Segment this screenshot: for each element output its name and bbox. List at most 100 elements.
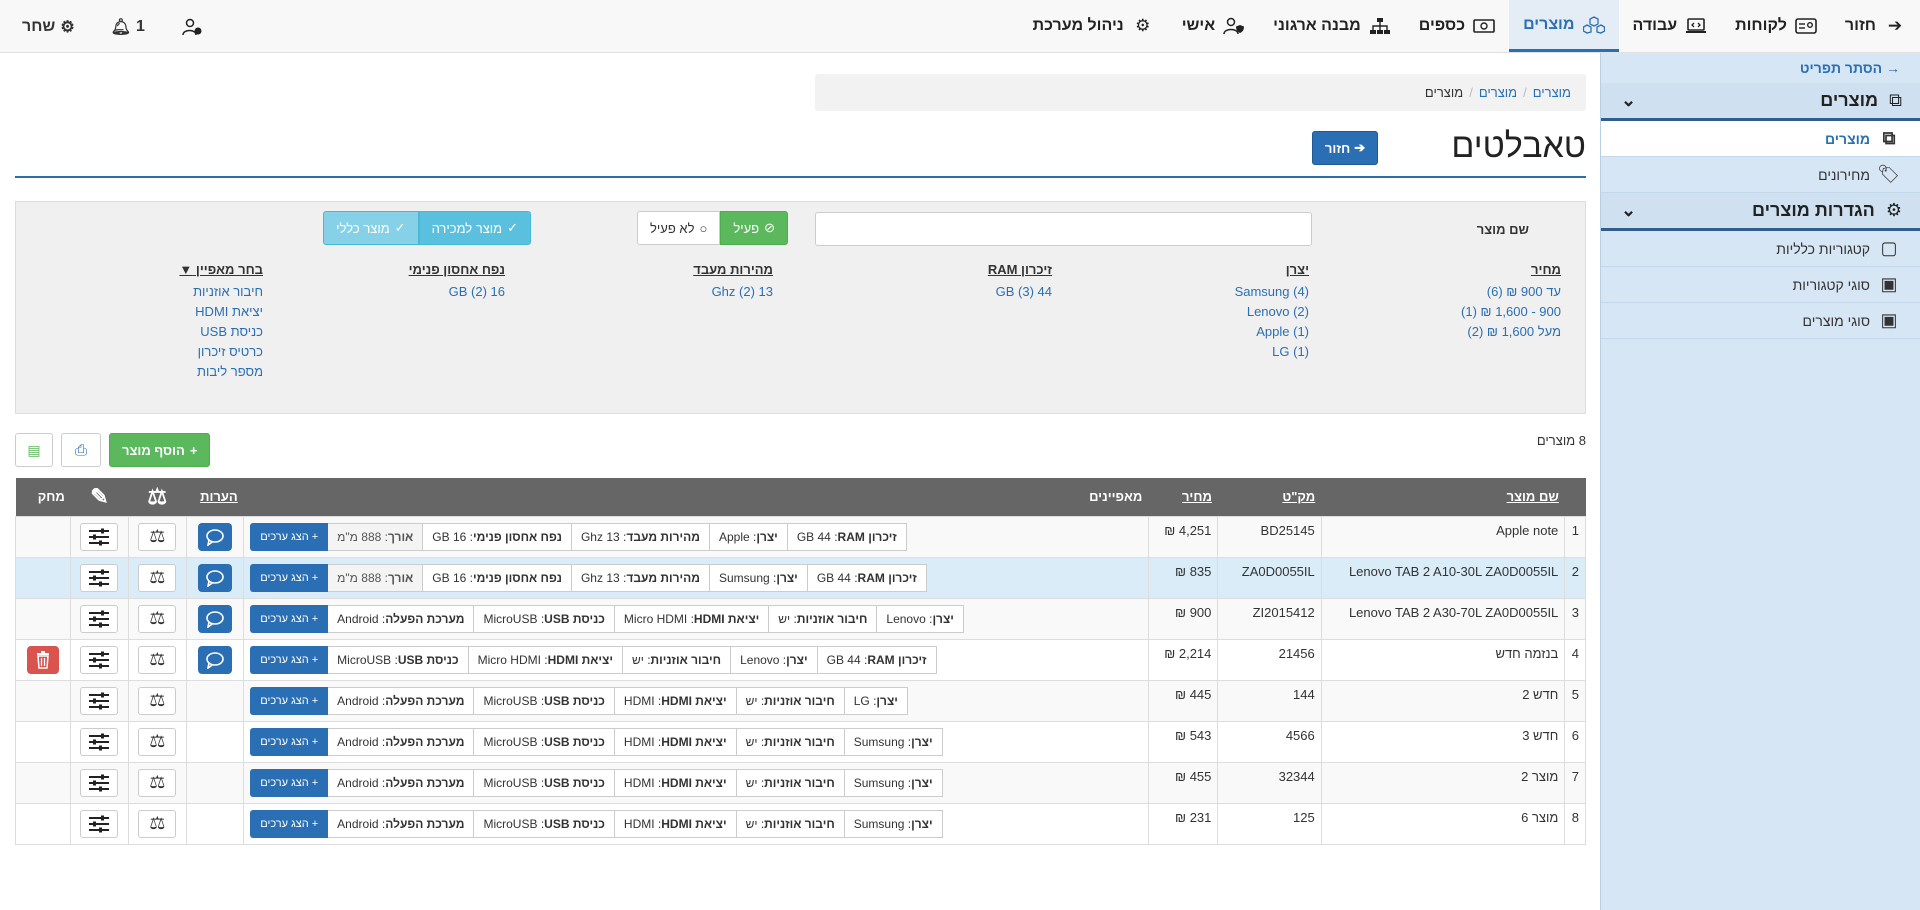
show-values-button[interactable]: + הצג ערכים [250,768,329,797]
filter-value[interactable]: עד 900 ₪ (6) [1461,282,1561,302]
edit-settings-button[interactable] [80,645,119,674]
feature-select[interactable]: בחר מאפיין ▼ [179,262,263,277]
edit-settings-button[interactable] [80,686,119,715]
nav-org-structure[interactable]: מבנה ארגוני [1259,0,1405,52]
attribute-name: מערכת הפעלה [385,693,465,708]
add-product-button[interactable]: + הוסף מוצר [109,433,211,467]
show-values-button[interactable]: + הצג ערכים [250,645,329,674]
edit-settings-button[interactable] [80,727,119,756]
product-attributes: יצרן: Sumsung חיבור אוזניות: יש יציאת HDMI… [243,802,1149,845]
filter-value[interactable]: כניסת USB [179,322,263,342]
filter-value[interactable]: 44 GB (3) [988,282,1052,302]
edit-settings-button[interactable] [80,604,119,633]
col-price[interactable]: מחיר [1148,478,1218,516]
edit-settings-button[interactable] [80,768,119,797]
col-notes[interactable]: הערות [186,478,244,516]
sidebar-item-product-types[interactable]: ▣ סוגי מוצרים [1601,303,1920,339]
filter-value[interactable]: יציאת HDMI [179,302,263,322]
edit-cell [70,597,129,640]
notes-button[interactable] [198,522,233,551]
col-sku[interactable]: מק"ט [1217,478,1322,516]
status-inactive-button[interactable]: ○ לא פעיל [637,211,721,245]
filter-storage: נפח אחסון פנימי 16 GB (2) [409,262,505,302]
attribute-chip: יצרן: Sumsung [708,563,808,592]
compare-button[interactable]: ⚖ [138,604,177,633]
attribute-name: מהירות מעבד [626,529,700,544]
filter-value[interactable]: 13 Ghz (2) [693,282,773,302]
filter-value[interactable]: 16 GB (2) [409,282,505,302]
attribute-value: LG [853,693,870,708]
filter-value[interactable]: מעל 1,600 ₪ (2) [1461,322,1561,342]
attribute-value: MicroUSB [483,734,538,749]
nav-customers[interactable]: לקוחות [1721,0,1831,52]
filter-ram-title[interactable]: זיכרון RAM [988,262,1052,277]
nav-work[interactable]: עבודה [1619,0,1722,52]
sidebar-item-products[interactable]: ⧉ מוצרים [1601,121,1920,157]
filter-value[interactable]: חיבור אוזניות [179,282,263,302]
notes-button[interactable] [198,645,233,674]
show-values-button[interactable]: + הצג ערכים [250,604,329,633]
attribute-value: יש [631,652,644,667]
plus-icon: + [189,442,198,458]
filter-value[interactable]: מספר ליבות [179,362,263,382]
status-active-button[interactable]: ⊘ פעיל [720,211,788,245]
notes-button[interactable] [198,604,233,633]
filter-value[interactable]: Lenovo (2) [1235,302,1309,322]
show-values-button[interactable]: + הצג ערכים [250,809,329,838]
release-button[interactable]: ⚙ שחר [22,17,75,37]
sidebar-item-category-types[interactable]: ▣ סוגי קטגוריות [1601,267,1920,303]
product-name-input[interactable] [815,212,1312,246]
nav-personal[interactable]: אישי [1168,0,1259,52]
delete-button[interactable] [27,645,60,674]
sidebar-section-products[interactable]: ⧉ מוצרים ⌄ [1601,83,1920,121]
compare-button[interactable]: ⚖ [138,522,177,551]
show-values-button[interactable]: + הצג ערכים [250,522,329,551]
filter-value[interactable]: LG (1) [1235,342,1309,362]
col-name[interactable]: שם מוצר [1321,478,1565,516]
compare-button[interactable]: ⚖ [138,727,177,756]
nav-finance[interactable]: כספים [1405,0,1509,52]
filter-value[interactable]: 900 - 1,600 ₪ (1) [1461,302,1561,322]
attribute-chip: מהירות מעבד: 13 Ghz [570,563,710,592]
pencil-icon: ✎ [90,483,109,509]
show-values-button[interactable]: + הצג ערכים [250,727,329,756]
nav-system-admin[interactable]: ⚙ ניהול מערכת [1019,0,1168,52]
breadcrumb-link[interactable]: מוצרים [1533,85,1571,100]
sliders-icon [89,610,110,627]
plus-icon: + [311,653,319,666]
filter-maker-title[interactable]: יצרן [1235,262,1309,277]
type-general-button[interactable]: ✓ מוצר כללי [323,211,419,245]
filter-cpu-title[interactable]: מהירות מעבד [693,262,773,277]
compare-button[interactable]: ⚖ [138,768,177,797]
breadcrumb-link[interactable]: מוצרים [1479,85,1517,100]
edit-settings-button[interactable] [80,809,119,838]
edit-settings-button[interactable] [80,522,119,551]
print-button[interactable]: ⎙ [61,433,101,467]
notifications-button[interactable]: 1 🔔︎ [111,17,145,37]
notes-button[interactable] [198,563,233,592]
compare-button[interactable]: ⚖ [138,645,177,674]
sliders-icon [89,651,110,668]
edit-settings-button[interactable] [80,563,119,592]
show-values-button[interactable]: + הצג ערכים [250,563,329,592]
show-values-button[interactable]: + הצג ערכים [250,686,329,715]
compare-button[interactable]: ⚖ [138,686,177,715]
sidebar-section-product-settings[interactable]: ⚙ הגדרות מוצרים ⌄ [1601,193,1920,231]
filter-price-title[interactable]: מחיר [1461,262,1561,277]
filter-value[interactable]: כרטיס זיכרון [179,342,263,362]
compare-button[interactable]: ⚖ [138,809,177,838]
back-button[interactable]: ➔ חזור [1312,131,1378,165]
sidebar-item-price-lists[interactable]: 🏷︎ מחירונים [1601,157,1920,193]
filter-value[interactable]: Samsung (4) [1235,282,1309,302]
export-excel-button[interactable]: ▤ [15,433,53,467]
user-clock-icon[interactable] [181,18,203,36]
compare-button[interactable]: ⚖ [138,563,177,592]
sidebar-item-general-categories[interactable]: ▢ קטגוריות כלליות [1601,231,1920,267]
trash-icon [37,650,50,669]
hide-menu-button[interactable]: → הסתר תפריט [1601,53,1920,83]
nav-products[interactable]: מוצרים [1509,0,1619,52]
filter-storage-title[interactable]: נפח אחסון פנימי [409,262,505,277]
type-sale-button[interactable]: ✓ מוצר למכירה [418,211,531,245]
nav-back[interactable]: ➔ חזור [1831,0,1920,52]
filter-value[interactable]: Apple (1) [1235,322,1309,342]
